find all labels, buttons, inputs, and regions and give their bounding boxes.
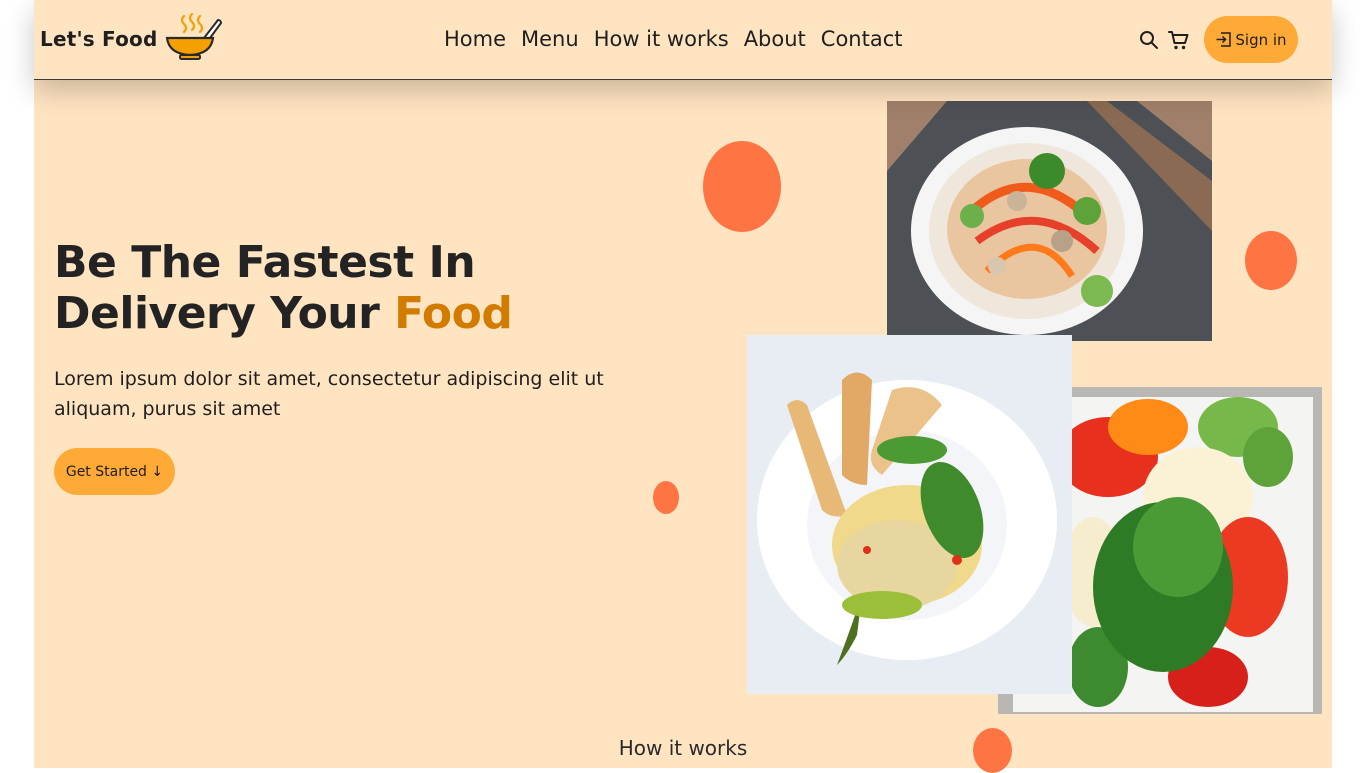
- nav-about[interactable]: About: [744, 25, 806, 53]
- sign-in-button[interactable]: Sign in: [1204, 16, 1298, 63]
- hero-title-line1: Be The Fastest In: [54, 237, 476, 288]
- decorative-circle: [1245, 231, 1297, 290]
- noodle-salad-bowl-photo: [887, 101, 1212, 341]
- main-nav: Home Menu How it works About Contact: [444, 25, 902, 53]
- get-started-button[interactable]: Get Started ↓: [54, 448, 175, 495]
- decorative-circle: [703, 141, 781, 232]
- search-icon[interactable]: [1138, 29, 1160, 51]
- how-it-works-heading: How it works: [618, 736, 748, 760]
- sign-in-label: Sign in: [1235, 30, 1287, 49]
- nav-how-it-works[interactable]: How it works: [594, 25, 729, 53]
- sign-in-icon: [1216, 32, 1232, 47]
- brand-name[interactable]: Let's Food: [40, 27, 158, 51]
- hero-title-line2: Delivery Your: [54, 288, 380, 339]
- hero-description: Lorem ipsum dolor sit amet, consectetur …: [54, 368, 604, 420]
- site-header: Let's Food Home Menu How it works About …: [34, 0, 1332, 80]
- cart-icon[interactable]: [1168, 29, 1190, 51]
- nav-menu[interactable]: Menu: [521, 25, 579, 53]
- hero-title-accent: Food: [394, 288, 513, 339]
- pasta-with-basil-photo: [747, 335, 1072, 694]
- decorative-circle: [653, 481, 679, 514]
- hero-title: Be The Fastest In Delivery Your Food: [54, 237, 513, 339]
- nav-contact[interactable]: Contact: [821, 25, 903, 53]
- nav-home[interactable]: Home: [444, 25, 506, 53]
- soup-bowl-icon: [165, 12, 222, 60]
